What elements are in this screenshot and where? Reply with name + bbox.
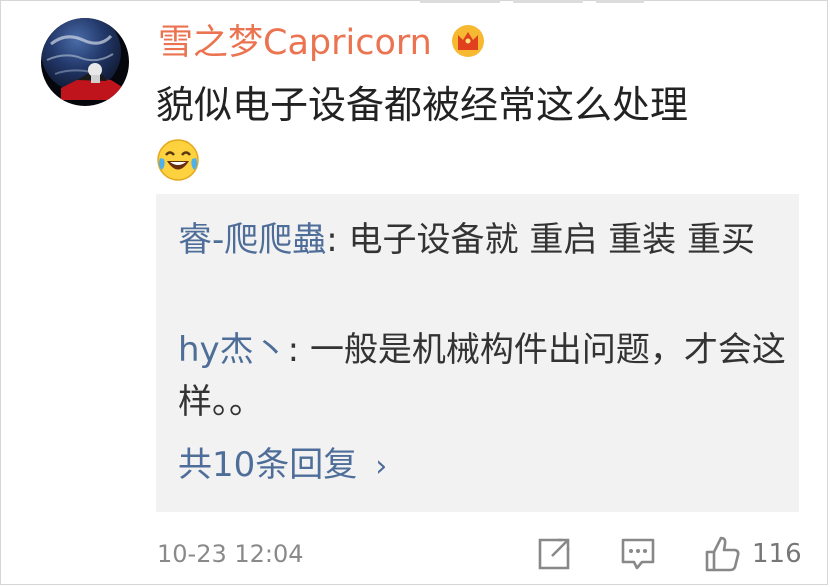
reply-text: 电子设备就 重启 重装 重买 [348, 220, 755, 260]
comment-text: 貌似电子设备都被经常这么处理 [156, 83, 689, 127]
laugh-cry-emoji-icon [156, 138, 200, 182]
crown-icon [451, 24, 485, 58]
timestamp: 10-23 12:04 [157, 540, 304, 568]
thumbs-up-icon [705, 536, 740, 572]
top-divider [0, 0, 830, 3]
more-replies-label: 共10条回复 [178, 445, 358, 485]
username[interactable]: 雪之梦Capricorn [158, 20, 432, 66]
reply-author[interactable]: hy杰丶 [178, 330, 288, 370]
reply-item[interactable]: 睿-爬爬蟲: 电子设备就 重启 重装 重买 [178, 214, 788, 266]
reply-author[interactable]: 睿-爬爬蟲 [178, 220, 326, 260]
reply-item[interactable]: hy杰丶: 一般是机械构件出问题，才会这样。。 [178, 324, 788, 428]
share-button[interactable] [534, 534, 574, 574]
avatar[interactable] [41, 18, 129, 106]
comment-button[interactable] [618, 534, 658, 574]
view-more-replies-link[interactable]: 共10条回复 › [178, 441, 387, 489]
share-icon [538, 538, 570, 570]
reply-separator: : [326, 220, 349, 260]
reply-separator: : [287, 330, 310, 370]
chevron-right-icon: › [375, 449, 388, 484]
comment-icon [621, 538, 655, 570]
like-count: 116 [752, 539, 802, 569]
replies-panel: 睿-爬爬蟲: 电子设备就 重启 重装 重买 hy杰丶: 一般是机械构件出问题，才… [156, 194, 799, 512]
like-button[interactable]: 116 [702, 534, 802, 574]
